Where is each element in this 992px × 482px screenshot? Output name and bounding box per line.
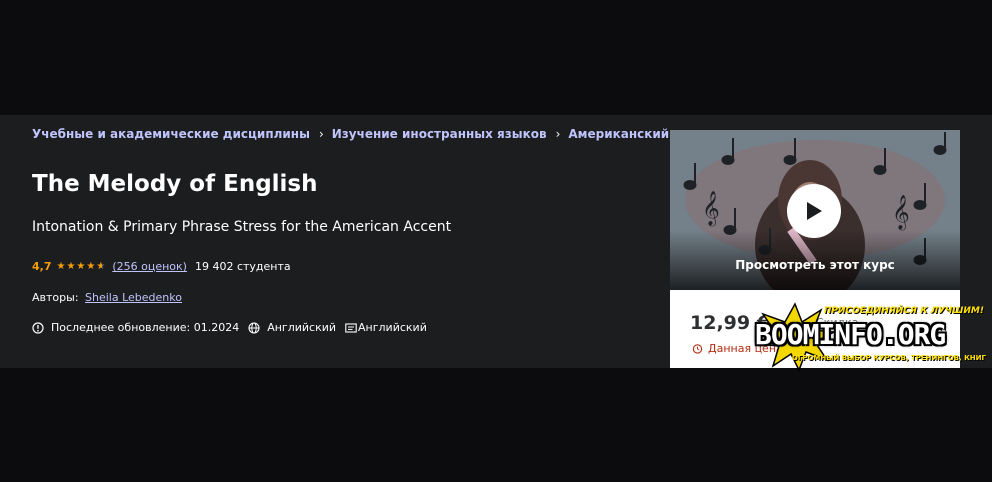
- globe-icon: [248, 321, 260, 334]
- captions-icon: [345, 322, 357, 333]
- alarm-clock-icon: [692, 344, 703, 354]
- star-rating: ★★★★★★: [56, 261, 107, 272]
- breadcrumb-item-academics[interactable]: Учебные и академические дисциплины: [32, 127, 310, 141]
- ratings-count-link[interactable]: (256 оценок): [112, 260, 187, 273]
- course-language: Английский: [267, 321, 337, 334]
- rating-row: 4,7 ★★★★★★ (256 оценок) 19 402 студента: [32, 260, 291, 273]
- svg-text:𝄞: 𝄞: [702, 191, 720, 227]
- course-captions: Английский: [358, 321, 427, 334]
- chevron-right-icon: ›: [555, 127, 561, 141]
- play-button[interactable]: [787, 184, 841, 238]
- authors-row: Авторы: Sheila Lebedenko: [32, 291, 182, 304]
- watermark-bottom: ОГРОМНЫЙ ВЫБОР КУРСОВ, ТРЕНИНГОВ, КНИГ: [791, 354, 986, 362]
- last-updated: Последнее обновление: 01.2024: [51, 321, 240, 334]
- authors-label: Авторы:: [32, 291, 79, 304]
- alert-badge-icon: [32, 321, 44, 334]
- course-meta: Последнее обновление: 01.2024 Английский…: [32, 321, 427, 334]
- breadcrumb: Учебные и академические дисциплины › Изу…: [32, 127, 722, 141]
- course-title: The Melody of English: [32, 171, 318, 197]
- watermark-main: BOOMINFO.ORG: [755, 318, 946, 351]
- boominfo-watermark: ПРИСОЕДИНЯЙСЯ К ЛУЧШИМ! BOOMINFO.ORG ОГР…: [755, 302, 992, 372]
- preview-label: Просмотреть этот курс: [735, 258, 895, 272]
- play-icon: [807, 202, 822, 220]
- course-preview[interactable]: 𝄞 𝄞 Просмотреть этот курс: [670, 130, 960, 290]
- students-count: 19 402 студента: [194, 260, 291, 273]
- author-link[interactable]: Sheila Lebedenko: [85, 291, 182, 304]
- chevron-right-icon: ›: [318, 127, 324, 141]
- watermark-top: ПРИСОЕДИНЯЙСЯ К ЛУЧШИМ!: [823, 306, 984, 316]
- rating-value: 4,7: [32, 260, 52, 273]
- course-subtitle: Intonation & Primary Phrase Stress for t…: [32, 219, 452, 235]
- svg-text:𝄞: 𝄞: [892, 195, 910, 231]
- breadcrumb-item-language-learning[interactable]: Изучение иностранных языков: [332, 127, 547, 141]
